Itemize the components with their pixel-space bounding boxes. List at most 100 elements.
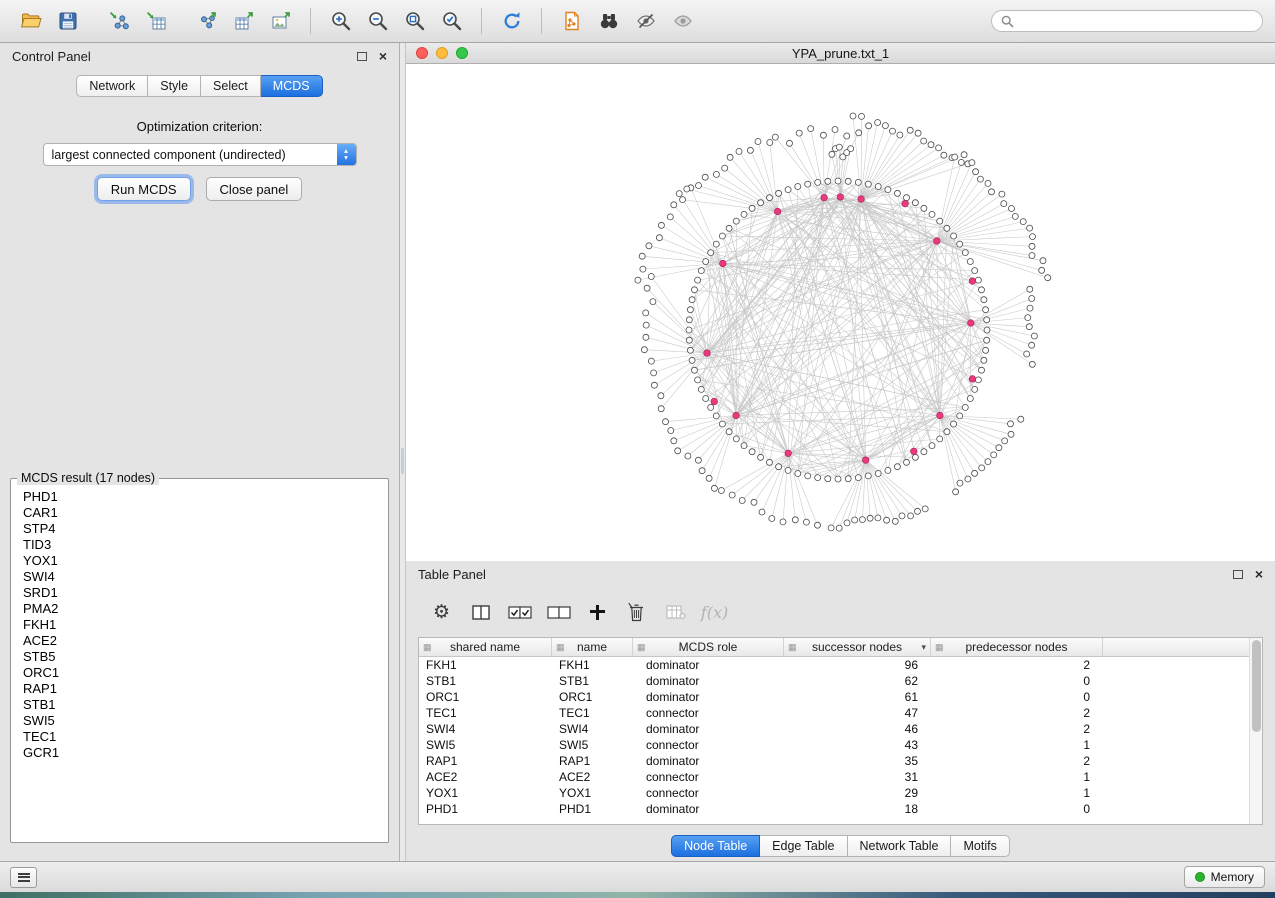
mcds-result-item[interactable]: CAR1 bbox=[12, 505, 387, 521]
search-icon bbox=[1001, 15, 1014, 28]
select-all-columns-button[interactable] bbox=[500, 604, 539, 621]
close-panel-button[interactable]: Close panel bbox=[206, 177, 303, 201]
refresh-view-button[interactable] bbox=[493, 6, 530, 37]
close-table-panel-icon[interactable]: × bbox=[1255, 567, 1263, 581]
zoom-selected-button[interactable] bbox=[433, 6, 470, 37]
open-file-button[interactable] bbox=[12, 6, 49, 37]
gear-icon: ⚙ bbox=[433, 603, 450, 622]
control-panel-tab[interactable]: Network bbox=[76, 75, 148, 97]
table-row[interactable]: STB1STB1dominator620 bbox=[419, 673, 1262, 689]
mcds-result-item[interactable]: SRD1 bbox=[12, 585, 387, 601]
column-header[interactable]: ▦predecessor nodes▾ bbox=[931, 638, 1103, 656]
delete-table-button[interactable] bbox=[656, 604, 695, 621]
export-network-button[interactable] bbox=[188, 6, 225, 37]
cell-predecessor-nodes: 2 bbox=[931, 721, 1103, 737]
mcds-result-item[interactable]: STB1 bbox=[12, 697, 387, 713]
mcds-result-item[interactable]: RAP1 bbox=[12, 681, 387, 697]
memory-button[interactable]: Memory bbox=[1184, 866, 1265, 888]
cell-shared-name: YOX1 bbox=[419, 785, 552, 801]
run-mcds-button[interactable]: Run MCDS bbox=[97, 177, 191, 201]
mcds-result-item[interactable]: TEC1 bbox=[12, 729, 387, 745]
table-tab[interactable]: Node Table bbox=[671, 835, 760, 857]
table-scrollbar[interactable] bbox=[1249, 638, 1262, 824]
right-stack: YPA_prune.txt_1 Table Panel × ⚙ bbox=[406, 43, 1275, 861]
cell-predecessor-nodes: 0 bbox=[931, 801, 1103, 817]
control-panel-tab[interactable]: Select bbox=[201, 75, 261, 97]
table-row[interactable]: TEC1TEC1connector472 bbox=[419, 705, 1262, 721]
desktop-wallpaper-strip bbox=[0, 892, 1275, 898]
mcds-result-title: MCDS result (17 nodes) bbox=[17, 471, 159, 485]
cell-mcds-role: dominator bbox=[633, 801, 784, 817]
zoom-in-button[interactable] bbox=[322, 6, 359, 37]
table-options-button[interactable]: ⚙ bbox=[422, 602, 461, 623]
close-panel-icon[interactable]: × bbox=[379, 49, 387, 63]
control-panel-tab[interactable]: Style bbox=[148, 75, 201, 97]
export-table-button[interactable] bbox=[225, 6, 262, 37]
mcds-result-item[interactable]: FKH1 bbox=[12, 617, 387, 633]
table-row[interactable]: SWI4SWI4dominator462 bbox=[419, 721, 1262, 737]
table-row[interactable]: SWI5SWI5connector431 bbox=[419, 737, 1262, 753]
create-column-button[interactable] bbox=[578, 604, 617, 621]
find-button[interactable] bbox=[590, 6, 627, 37]
hide-graphics-details-button[interactable] bbox=[627, 6, 664, 37]
table-row[interactable]: YOX1YOX1connector291 bbox=[419, 785, 1262, 801]
delete-column-button[interactable] bbox=[617, 602, 656, 623]
export-image-button[interactable] bbox=[262, 6, 299, 37]
optimization-dropdown[interactable]: largest connected component (undirected)… bbox=[43, 143, 357, 166]
column-type-icon: ▦ bbox=[935, 642, 944, 653]
cell-successor-nodes: 61 bbox=[784, 689, 931, 705]
zoom-fit-button[interactable] bbox=[396, 6, 433, 37]
cell-name: RAP1 bbox=[552, 753, 633, 769]
mcds-result-item[interactable]: TID3 bbox=[12, 537, 387, 553]
table-row[interactable]: ACE2ACE2connector311 bbox=[419, 769, 1262, 785]
binoculars-icon bbox=[598, 10, 620, 32]
zoom-selected-icon bbox=[441, 10, 463, 32]
network-document-button[interactable] bbox=[553, 6, 590, 37]
show-graphics-details-button[interactable] bbox=[664, 6, 701, 37]
table-row[interactable]: ORC1ORC1dominator610 bbox=[419, 689, 1262, 705]
table-tab[interactable]: Edge Table bbox=[760, 835, 847, 857]
import-table-button[interactable] bbox=[137, 6, 174, 37]
mcds-result-item[interactable]: ACE2 bbox=[12, 633, 387, 649]
cell-mcds-role: dominator bbox=[633, 753, 784, 769]
function-builder-button[interactable]: f(x) bbox=[695, 602, 734, 623]
split-panel-button[interactable] bbox=[461, 604, 500, 621]
mcds-result-item[interactable]: YOX1 bbox=[12, 553, 387, 569]
table-body: FKH1FKH1dominator962STB1STB1dominator620… bbox=[419, 657, 1262, 817]
table-tab[interactable]: Motifs bbox=[951, 835, 1009, 857]
zoom-out-button[interactable] bbox=[359, 6, 396, 37]
search-box bbox=[991, 10, 1263, 32]
network-canvas[interactable] bbox=[406, 64, 1275, 561]
column-header[interactable]: ▦name▾ bbox=[552, 638, 633, 656]
float-table-panel-icon[interactable] bbox=[1233, 570, 1243, 579]
export-table-icon bbox=[233, 10, 255, 32]
delete-table-icon bbox=[666, 605, 686, 620]
table-tab[interactable]: Network Table bbox=[848, 835, 952, 857]
mcds-result-item[interactable]: SWI4 bbox=[12, 569, 387, 585]
save-session-button[interactable] bbox=[49, 6, 86, 37]
column-header[interactable]: ▦successor nodes▾ bbox=[784, 638, 931, 656]
import-network-button[interactable] bbox=[100, 6, 137, 37]
control-panel-tab[interactable]: MCDS bbox=[261, 75, 323, 97]
network-window-titlebar: YPA_prune.txt_1 bbox=[406, 43, 1275, 64]
mcds-result-item[interactable]: ORC1 bbox=[12, 665, 387, 681]
table-row[interactable]: FKH1FKH1dominator962 bbox=[419, 657, 1262, 673]
mcds-result-item[interactable]: GCR1 bbox=[12, 745, 387, 761]
table-row[interactable]: PHD1PHD1dominator180 bbox=[419, 801, 1262, 817]
mcds-result-item[interactable]: PHD1 bbox=[12, 489, 387, 505]
mcds-result-item[interactable]: PMA2 bbox=[12, 601, 387, 617]
mcds-result-item[interactable]: SWI5 bbox=[12, 713, 387, 729]
mcds-result-item[interactable]: STB5 bbox=[12, 649, 387, 665]
table-row[interactable]: RAP1RAP1dominator352 bbox=[419, 753, 1262, 769]
column-header[interactable]: ▦MCDS role▾ bbox=[633, 638, 784, 656]
table-header-row: ▦shared name▾▦name▾▦MCDS role▾▦successor… bbox=[419, 638, 1262, 657]
search-input[interactable] bbox=[1020, 13, 1253, 29]
mcds-result-item[interactable]: STP4 bbox=[12, 521, 387, 537]
scrollbar-thumb[interactable] bbox=[1252, 640, 1261, 732]
column-header[interactable]: ▦shared name▾ bbox=[419, 638, 552, 656]
open-folder-icon bbox=[20, 10, 42, 32]
cell-predecessor-nodes: 1 bbox=[931, 769, 1103, 785]
deselect-all-columns-button[interactable] bbox=[539, 604, 578, 621]
task-history-button[interactable] bbox=[10, 867, 37, 888]
float-panel-icon[interactable] bbox=[357, 52, 367, 61]
